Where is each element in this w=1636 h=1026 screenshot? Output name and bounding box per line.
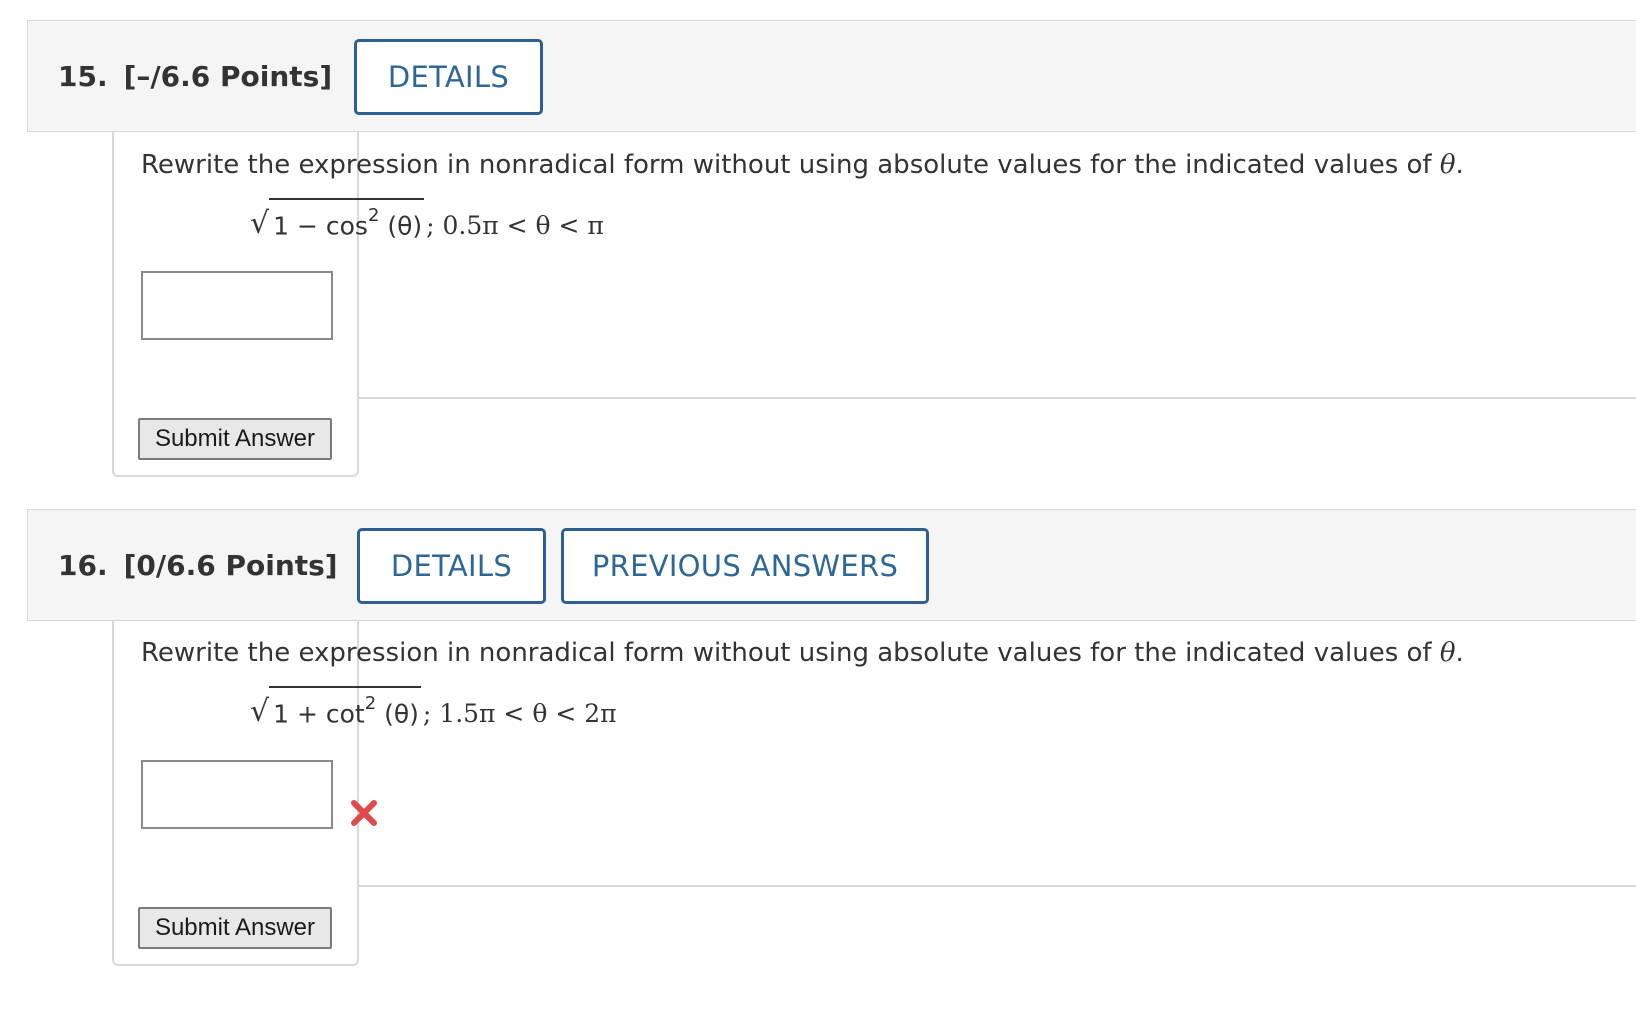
theta-constraint: ; 0.5π < θ < π xyxy=(426,211,604,240)
prompt-text: Rewrite the expression in nonradical for… xyxy=(141,150,1440,180)
submit-answer-button[interactable]: Submit Answer xyxy=(138,418,332,460)
prompt-theta: θ xyxy=(1439,150,1456,180)
radicand-tail: (θ) xyxy=(376,699,419,728)
radicand-lead: 1 + cot xyxy=(273,699,365,728)
details-button[interactable]: DETAILS xyxy=(357,528,546,604)
radical-sign-icon: √ xyxy=(250,694,270,729)
prompt-end: . xyxy=(1455,638,1464,668)
question-number: 16. xyxy=(58,549,108,582)
radicand-tail: (θ) xyxy=(379,211,423,240)
exponent: 2 xyxy=(364,692,377,714)
prompt-end: . xyxy=(1455,150,1464,180)
question-title: 16. [0/6.6 Points] xyxy=(58,510,338,622)
prompt-theta: θ xyxy=(1439,638,1456,668)
previous-answers-button[interactable]: PREVIOUS ANSWERS xyxy=(561,528,929,604)
radicand: 1 + cot2 (θ) xyxy=(269,685,421,732)
question-header: 16. [0/6.6 Points] DETAILS PREVIOUS ANSWE… xyxy=(27,509,1636,621)
question-number: 15. xyxy=(58,60,108,93)
theta-constraint: ; 1.5π < θ < 2π xyxy=(422,699,617,728)
answer-input[interactable] xyxy=(141,760,333,829)
submit-answer-button[interactable]: Submit Answer xyxy=(138,907,332,949)
incorrect-x-icon xyxy=(351,800,377,826)
details-button[interactable]: DETAILS xyxy=(354,39,543,115)
radical-sign-icon: √ xyxy=(250,206,270,241)
question-points: [–/6.6 Points] xyxy=(123,60,333,93)
radicand-lead: 1 − cos xyxy=(273,211,368,240)
math-expression: √ 1 + cot2 (θ) ; 1.5π < θ < 2π xyxy=(250,685,617,732)
answer-input[interactable] xyxy=(141,271,333,340)
prompt-text: Rewrite the expression in nonradical for… xyxy=(141,638,1440,668)
question-title: 15. [–/6.6 Points] xyxy=(58,21,332,133)
exponent: 2 xyxy=(367,204,380,226)
question-points: [0/6.6 Points] xyxy=(123,549,338,582)
question-prompt: Rewrite the expression in nonradical for… xyxy=(141,150,1464,180)
divider xyxy=(357,885,1636,887)
radicand: 1 − cos2 (θ) xyxy=(269,197,425,244)
question-header: 15. [–/6.6 Points] DETAILS xyxy=(27,20,1636,132)
math-expression: √ 1 − cos2 (θ) ; 0.5π < θ < π xyxy=(250,197,604,244)
question-prompt: Rewrite the expression in nonradical for… xyxy=(141,638,1464,668)
divider xyxy=(357,397,1636,399)
